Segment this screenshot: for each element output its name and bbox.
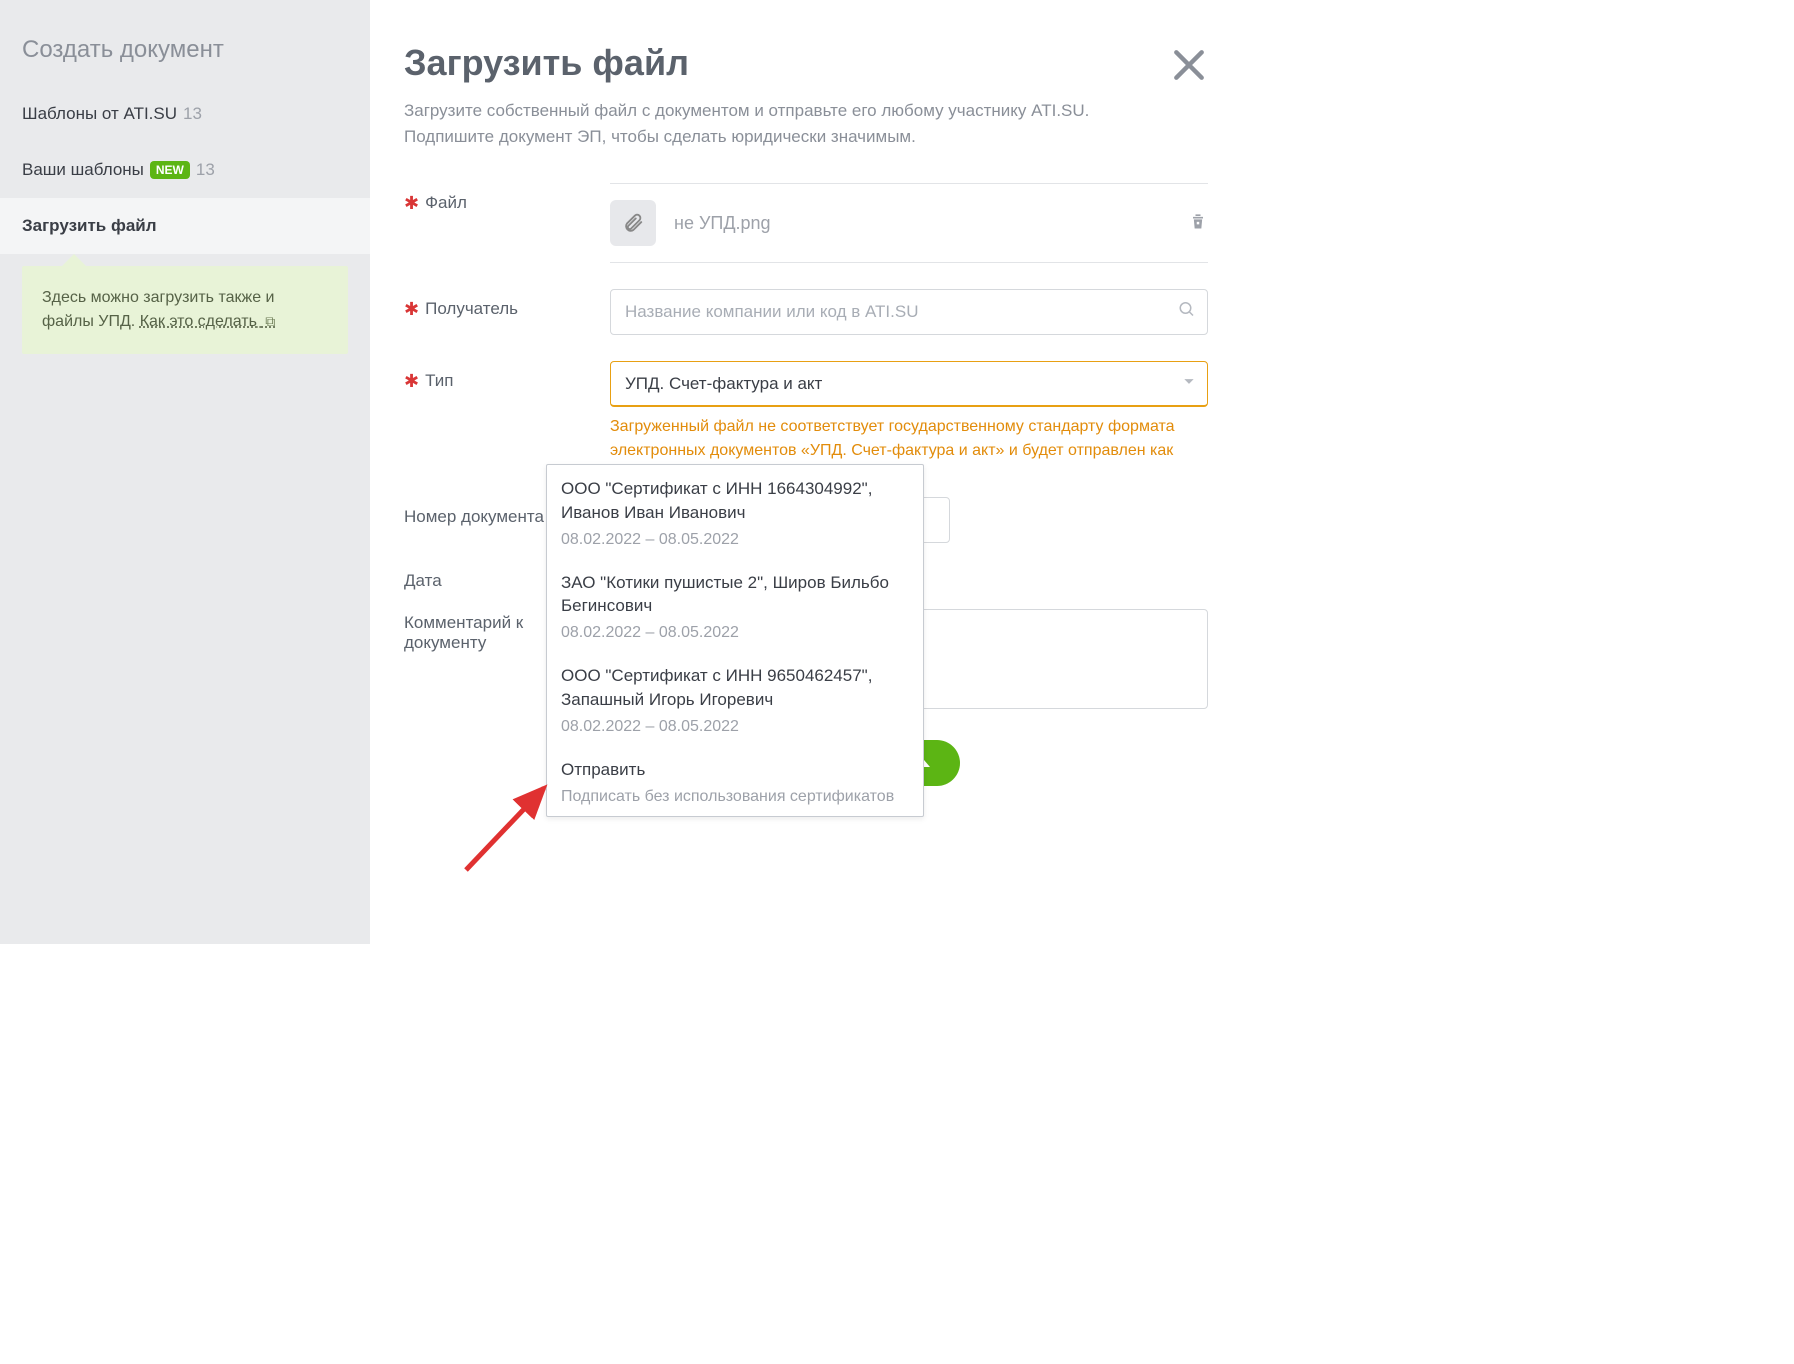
sidebar-item-count: 13 (196, 160, 215, 180)
page-description: Загрузите собственный файл с документом … (404, 98, 1174, 149)
dropdown-item-title: Отправить (561, 758, 909, 782)
label-type: Тип (425, 371, 453, 391)
trash-icon (1188, 211, 1208, 231)
attach-button[interactable] (610, 200, 656, 246)
sidebar-item-count: 13 (183, 104, 202, 124)
dropdown-item-sub: 08.02.2022 – 08.05.2022 (561, 624, 909, 642)
type-select[interactable]: УПД. Счет-фактура и акт (610, 361, 1208, 407)
sidebar-title: Создать документ (0, 24, 370, 86)
sidebar-item-upload-file[interactable]: Загрузить файл (0, 198, 370, 254)
sidebar: Создать документ Шаблоны от ATI.SU 13 Ва… (0, 0, 370, 944)
required-mark: ✱ (404, 372, 419, 390)
label-recipient: Получатель (425, 299, 518, 319)
page-title: Загрузить файл (404, 42, 1208, 84)
dropdown-item[interactable]: ЗАО "Котики пушистые 2", Широв Бильбо Бе… (547, 559, 923, 653)
dropdown-item-title: ООО "Сертификат с ИНН 9650462457", Запаш… (561, 664, 909, 712)
sidebar-item-label: Ваши шаблоны (22, 160, 144, 180)
label-file: Файл (425, 193, 467, 213)
delete-file-button[interactable] (1188, 211, 1208, 236)
dropdown-item-title: ООО "Сертификат с ИНН 1664304992", Ивано… (561, 477, 909, 525)
certificate-dropdown: ООО "Сертификат с ИНН 1664304992", Ивано… (546, 464, 924, 817)
external-link-icon: ⧉ (261, 313, 275, 329)
sidebar-item-ati-templates[interactable]: Шаблоны от ATI.SU 13 (0, 86, 370, 142)
type-warning: Загруженный файл не соответствует госуда… (610, 415, 1208, 463)
recipient-input[interactable] (610, 289, 1208, 335)
upload-hint: Здесь можно загрузить также и файлы УПД.… (22, 266, 348, 354)
dropdown-item[interactable]: ООО "Сертификат с ИНН 1664304992", Ивано… (547, 465, 923, 559)
hint-link[interactable]: Как это сделать ⧉ (140, 313, 276, 330)
close-button[interactable] (1170, 46, 1208, 84)
paperclip-icon (622, 212, 644, 234)
row-file: ✱ Файл не УПД.png (404, 183, 1208, 263)
label-date: Дата (404, 571, 442, 591)
sidebar-item-label: Шаблоны от ATI.SU (22, 104, 177, 124)
dropdown-item-title: ЗАО "Котики пушистые 2", Широв Бильбо Бе… (561, 571, 909, 619)
new-badge: NEW (150, 161, 190, 179)
dropdown-item-sub: Подписать без использования сертификатов (561, 788, 909, 806)
dropdown-item-sub: 08.02.2022 – 08.05.2022 (561, 718, 909, 736)
sidebar-item-label: Загрузить файл (22, 216, 157, 236)
row-recipient: ✱ Получатель (404, 289, 1208, 335)
dropdown-item-sub: 08.02.2022 – 08.05.2022 (561, 531, 909, 549)
label-doc-number: Номер документа (404, 507, 544, 527)
row-type: ✱ Тип УПД. Счет-фактура и акт Загруженны… (404, 361, 1208, 463)
file-name: не УПД.png (674, 213, 1170, 234)
sidebar-item-your-templates[interactable]: Ваши шаблоны NEW 13 (0, 142, 370, 198)
dropdown-item-send[interactable]: Отправить Подписать без использования се… (547, 746, 923, 816)
required-mark: ✱ (404, 194, 419, 212)
required-mark: ✱ (404, 300, 419, 318)
dropdown-item[interactable]: ООО "Сертификат с ИНН 9650462457", Запаш… (547, 652, 923, 746)
